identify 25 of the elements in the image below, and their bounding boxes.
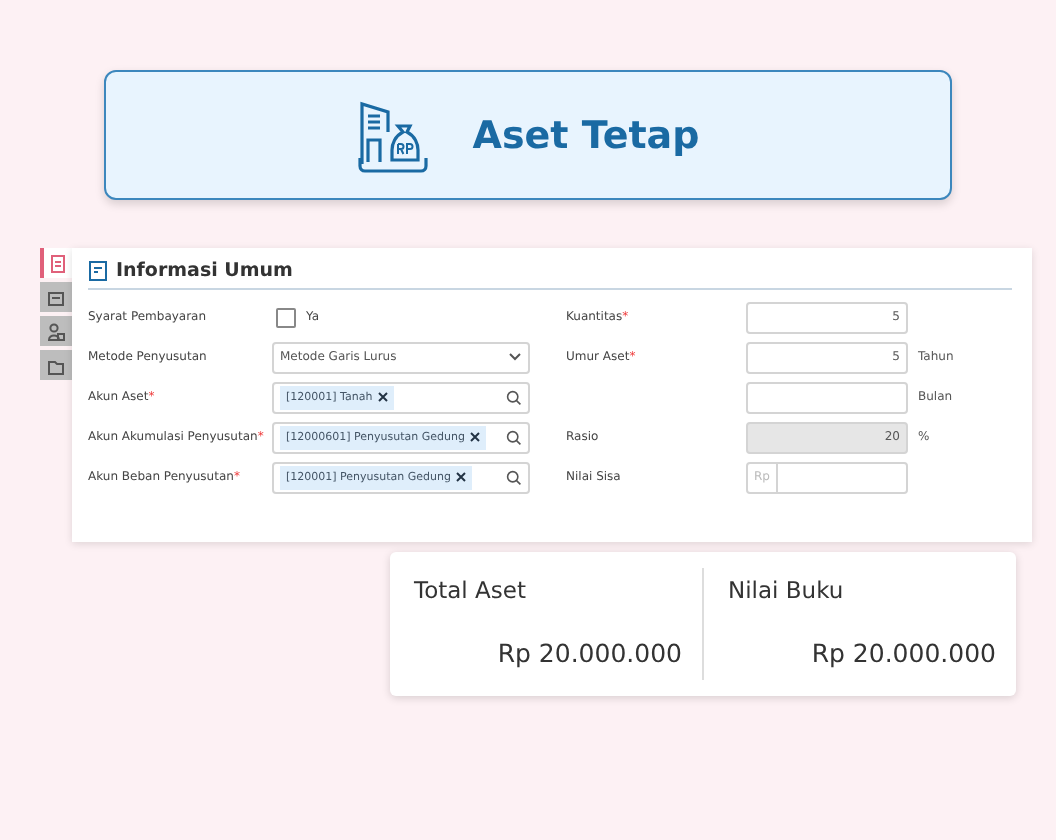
tab-icon [46, 355, 66, 375]
side-tab[interactable] [40, 316, 72, 346]
tab-icon [48, 253, 68, 273]
tab-icon [46, 321, 66, 341]
building-money-bag-icon [356, 97, 433, 173]
remove-icon[interactable] [470, 432, 481, 442]
section-title: Informasi Umum [116, 260, 293, 282]
remove-icon[interactable] [378, 392, 389, 402]
tab-icon [46, 287, 66, 307]
form-icon [88, 260, 108, 282]
side-tab[interactable] [40, 350, 72, 380]
side-tab[interactable] [40, 248, 72, 278]
page-title: Aset Tetap [472, 113, 700, 157]
checkbox[interactable] [276, 307, 296, 327]
number-field[interactable] [746, 381, 908, 413]
summary-label: Total Aset [414, 576, 526, 604]
summary-label: Nilai Buku [728, 576, 844, 604]
remove-icon[interactable] [456, 472, 467, 482]
search-icon[interactable] [506, 389, 522, 405]
chevron-icon [508, 352, 522, 362]
summary-value: Rp 20.000.000 [497, 638, 682, 668]
search-icon[interactable] [506, 469, 522, 485]
search-icon[interactable] [506, 429, 522, 445]
side-tab[interactable] [40, 282, 72, 312]
summary-value: Rp 20.000.000 [811, 638, 996, 668]
